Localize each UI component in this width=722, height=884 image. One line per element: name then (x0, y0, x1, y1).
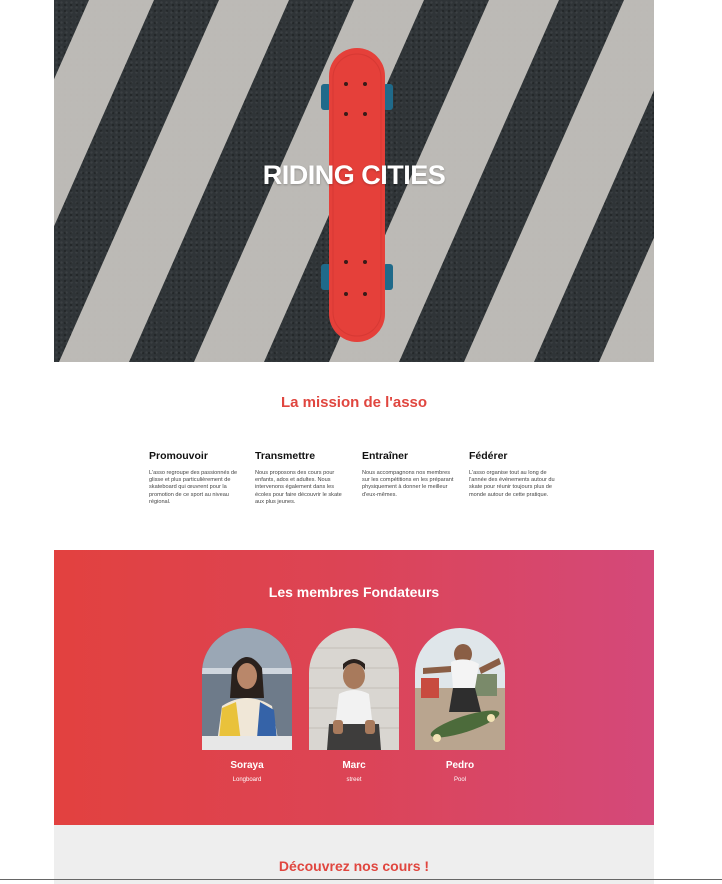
mission-item-promouvoir: Promouvoir L'asso regroupe des passionné… (149, 450, 241, 506)
mission-item-text: L'asso organise tout au long de l'année … (469, 470, 555, 498)
member-style: street (346, 777, 362, 783)
mission-item-text: Nous accompagnons nos membres sur les co… (362, 470, 454, 498)
member-photo (415, 628, 505, 750)
member-card-soraya[interactable]: Soraya Longboard (202, 628, 292, 783)
mission-item-text: L'asso regroupe des passionnés de glisse… (149, 470, 238, 505)
mission-item-entrainer: Entraîner Nous accompagnons nos membres … (362, 450, 454, 499)
mission-item-title: Entraîner (362, 450, 409, 462)
member-style: Pool (453, 777, 466, 783)
page: RIDING CITIES La mission de l'asso Promo… (54, 0, 654, 884)
mission-section: La mission de l'asso Promouvoir L'asso r… (54, 362, 654, 550)
member-photo (202, 628, 292, 750)
member-name: Soraya (230, 760, 264, 771)
member-name: Marc (342, 760, 366, 771)
member-name: Pedro (445, 760, 475, 771)
skateboard-image (321, 48, 393, 342)
hero-banner: RIDING CITIES (54, 0, 654, 362)
member-card-marc[interactable]: Marc street (309, 628, 399, 783)
mission-item-title: Fédérer (469, 450, 508, 462)
courses-title[interactable]: Découvrez nos cours ! (54, 858, 654, 874)
member-card-pedro[interactable]: Pedro Pool (415, 628, 505, 783)
member-style: Longboard (232, 777, 262, 783)
mission-title: La mission de l'asso (280, 394, 428, 411)
mission-item-transmettre: Transmettre Nous proposons des cours pou… (255, 450, 347, 506)
mission-item-federer: Fédérer L'asso organise tout au long de … (469, 450, 561, 499)
mission-item-title: Transmettre (255, 450, 316, 462)
member-photo (309, 628, 399, 750)
mission-item-text: Nous proposons des cours pour enfants, a… (255, 470, 342, 505)
hero-title: RIDING CITIES (262, 160, 446, 190)
courses-section: Découvrez nos cours ! (54, 825, 654, 884)
founders-title: Les membres Fondateurs (268, 584, 440, 600)
page-bottom-divider (0, 879, 722, 880)
founders-section: Les membres Fondateurs Soraya Longboard (54, 550, 654, 825)
mission-item-title: Promouvoir (149, 450, 208, 462)
